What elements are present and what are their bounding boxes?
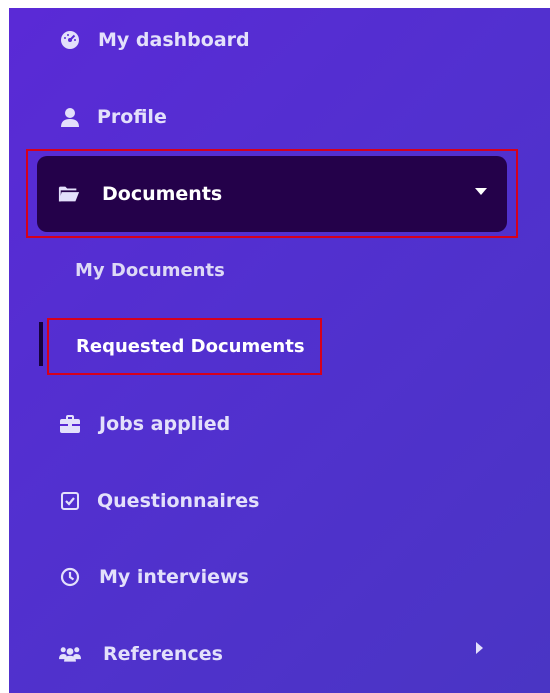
sidebar-item-dashboard[interactable]: My dashboard bbox=[59, 29, 250, 51]
sidebar-subitem-label: My Documents bbox=[75, 260, 225, 281]
sidebar-item-profile[interactable]: Profile bbox=[59, 106, 167, 128]
sidebar-item-my-interviews[interactable]: My interviews bbox=[59, 566, 249, 588]
tachometer-icon bbox=[59, 29, 81, 51]
sidebar-item-jobs-applied[interactable]: Jobs applied bbox=[59, 413, 230, 435]
chevron-right-icon[interactable] bbox=[476, 642, 483, 654]
chevron-down-icon[interactable] bbox=[475, 188, 487, 195]
sidebar-item-questionnaires[interactable]: Questionnaires bbox=[59, 490, 259, 512]
sidebar-subitem-requested-documents[interactable]: Requested Documents bbox=[47, 318, 322, 375]
sidebar: My dashboard Profile Documents My Docume… bbox=[9, 8, 550, 693]
sidebar-item-label: Questionnaires bbox=[97, 490, 260, 512]
sidebar-item-references[interactable]: References bbox=[59, 643, 223, 665]
active-indicator bbox=[39, 322, 43, 366]
users-icon bbox=[59, 643, 81, 665]
sidebar-item-label: Profile bbox=[97, 106, 167, 128]
sidebar-subitem-my-documents[interactable]: My Documents bbox=[75, 260, 225, 281]
sidebar-item-documents[interactable]: Documents bbox=[37, 156, 507, 232]
sidebar-item-label: My dashboard bbox=[98, 29, 250, 51]
sidebar-item-label: Documents bbox=[102, 183, 223, 205]
folder-open-icon bbox=[58, 183, 80, 205]
sidebar-item-label: References bbox=[103, 643, 223, 665]
user-icon bbox=[59, 106, 81, 128]
clock-icon bbox=[59, 566, 81, 588]
sidebar-item-label: My interviews bbox=[99, 566, 249, 588]
sidebar-item-label: Jobs applied bbox=[99, 413, 231, 435]
sidebar-subitem-label: Requested Documents bbox=[76, 336, 305, 357]
briefcase-icon bbox=[59, 413, 81, 435]
checkbox-icon bbox=[59, 490, 81, 512]
